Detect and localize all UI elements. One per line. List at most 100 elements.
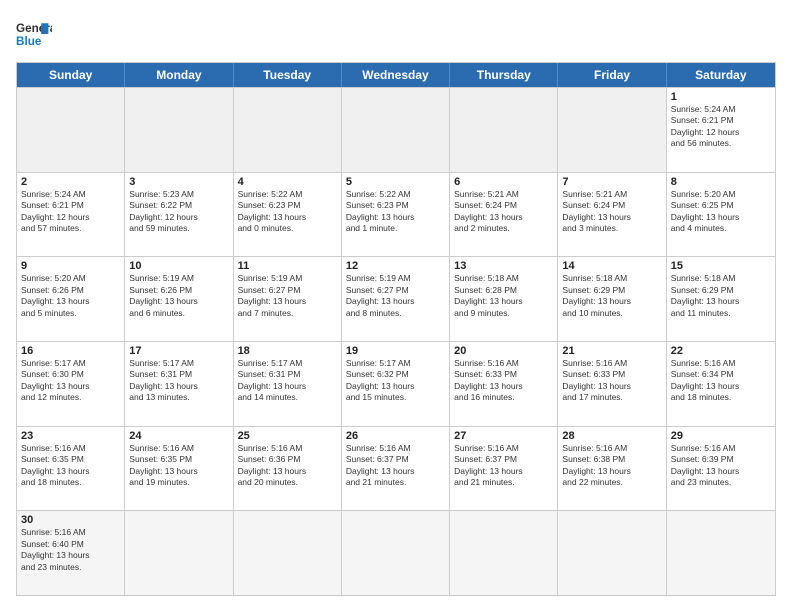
day-info: Sunrise: 5:16 AM Sunset: 6:40 PM Dayligh…: [21, 527, 120, 573]
day-info: Sunrise: 5:21 AM Sunset: 6:24 PM Dayligh…: [562, 189, 661, 235]
calendar-cell: 20Sunrise: 5:16 AM Sunset: 6:33 PM Dayli…: [450, 342, 558, 426]
calendar-cell: 23Sunrise: 5:16 AM Sunset: 6:35 PM Dayli…: [17, 427, 125, 511]
day-info: Sunrise: 5:20 AM Sunset: 6:25 PM Dayligh…: [671, 189, 771, 235]
day-info: Sunrise: 5:18 AM Sunset: 6:28 PM Dayligh…: [454, 273, 553, 319]
day-info: Sunrise: 5:20 AM Sunset: 6:26 PM Dayligh…: [21, 273, 120, 319]
day-info: Sunrise: 5:16 AM Sunset: 6:37 PM Dayligh…: [454, 443, 553, 489]
calendar-cell: 17Sunrise: 5:17 AM Sunset: 6:31 PM Dayli…: [125, 342, 233, 426]
day-number: 7: [562, 176, 661, 188]
weekday-header: Wednesday: [342, 63, 450, 87]
svg-text:Blue: Blue: [16, 35, 42, 48]
day-number: 2: [21, 176, 120, 188]
calendar-cell: 4Sunrise: 5:22 AM Sunset: 6:23 PM Daylig…: [234, 173, 342, 257]
calendar-cell: 9Sunrise: 5:20 AM Sunset: 6:26 PM Daylig…: [17, 257, 125, 341]
day-info: Sunrise: 5:17 AM Sunset: 6:30 PM Dayligh…: [21, 358, 120, 404]
day-info: Sunrise: 5:22 AM Sunset: 6:23 PM Dayligh…: [346, 189, 445, 235]
logo: General Blue: [16, 16, 52, 52]
day-number: 18: [238, 345, 337, 357]
day-number: 23: [21, 430, 120, 442]
calendar-row: 30Sunrise: 5:16 AM Sunset: 6:40 PM Dayli…: [17, 510, 775, 595]
day-info: Sunrise: 5:16 AM Sunset: 6:35 PM Dayligh…: [21, 443, 120, 489]
calendar-cell: 14Sunrise: 5:18 AM Sunset: 6:29 PM Dayli…: [558, 257, 666, 341]
day-number: 16: [21, 345, 120, 357]
day-info: Sunrise: 5:16 AM Sunset: 6:33 PM Dayligh…: [454, 358, 553, 404]
day-number: 24: [129, 430, 228, 442]
day-number: 4: [238, 176, 337, 188]
day-info: Sunrise: 5:17 AM Sunset: 6:31 PM Dayligh…: [129, 358, 228, 404]
calendar-cell: 24Sunrise: 5:16 AM Sunset: 6:35 PM Dayli…: [125, 427, 233, 511]
day-number: 9: [21, 260, 120, 272]
day-info: Sunrise: 5:16 AM Sunset: 6:34 PM Dayligh…: [671, 358, 771, 404]
calendar-cell: [234, 511, 342, 595]
day-number: 11: [238, 260, 337, 272]
day-info: Sunrise: 5:17 AM Sunset: 6:32 PM Dayligh…: [346, 358, 445, 404]
day-number: 22: [671, 345, 771, 357]
weekday-header: Saturday: [667, 63, 775, 87]
calendar-cell: 11Sunrise: 5:19 AM Sunset: 6:27 PM Dayli…: [234, 257, 342, 341]
calendar-cell: 21Sunrise: 5:16 AM Sunset: 6:33 PM Dayli…: [558, 342, 666, 426]
day-number: 13: [454, 260, 553, 272]
page: General Blue SundayMondayTuesdayWednesda…: [0, 0, 792, 612]
calendar-cell: [342, 88, 450, 172]
calendar-cell: [125, 511, 233, 595]
day-number: 6: [454, 176, 553, 188]
day-info: Sunrise: 5:18 AM Sunset: 6:29 PM Dayligh…: [562, 273, 661, 319]
day-info: Sunrise: 5:23 AM Sunset: 6:22 PM Dayligh…: [129, 189, 228, 235]
calendar-cell: 30Sunrise: 5:16 AM Sunset: 6:40 PM Dayli…: [17, 511, 125, 595]
day-number: 30: [21, 514, 120, 526]
day-number: 17: [129, 345, 228, 357]
header: General Blue: [16, 16, 776, 52]
calendar-row: 23Sunrise: 5:16 AM Sunset: 6:35 PM Dayli…: [17, 426, 775, 511]
weekday-header: Friday: [558, 63, 666, 87]
calendar-cell: 10Sunrise: 5:19 AM Sunset: 6:26 PM Dayli…: [125, 257, 233, 341]
calendar-cell: 12Sunrise: 5:19 AM Sunset: 6:27 PM Dayli…: [342, 257, 450, 341]
calendar-cell: [17, 88, 125, 172]
day-number: 12: [346, 260, 445, 272]
day-number: 5: [346, 176, 445, 188]
calendar-cell: 8Sunrise: 5:20 AM Sunset: 6:25 PM Daylig…: [667, 173, 775, 257]
day-info: Sunrise: 5:16 AM Sunset: 6:37 PM Dayligh…: [346, 443, 445, 489]
day-info: Sunrise: 5:21 AM Sunset: 6:24 PM Dayligh…: [454, 189, 553, 235]
calendar-cell: [667, 511, 775, 595]
calendar-cell: [558, 511, 666, 595]
weekday-header: Sunday: [17, 63, 125, 87]
calendar-cell: 1Sunrise: 5:24 AM Sunset: 6:21 PM Daylig…: [667, 88, 775, 172]
calendar-cell: 22Sunrise: 5:16 AM Sunset: 6:34 PM Dayli…: [667, 342, 775, 426]
day-info: Sunrise: 5:24 AM Sunset: 6:21 PM Dayligh…: [671, 104, 771, 150]
calendar-cell: [450, 88, 558, 172]
calendar-cell: 19Sunrise: 5:17 AM Sunset: 6:32 PM Dayli…: [342, 342, 450, 426]
calendar-cell: [234, 88, 342, 172]
calendar-cell: [450, 511, 558, 595]
calendar-cell: 13Sunrise: 5:18 AM Sunset: 6:28 PM Dayli…: [450, 257, 558, 341]
calendar-cell: [342, 511, 450, 595]
day-number: 26: [346, 430, 445, 442]
calendar-cell: [125, 88, 233, 172]
calendar-header: SundayMondayTuesdayWednesdayThursdayFrid…: [17, 63, 775, 87]
calendar-row: 2Sunrise: 5:24 AM Sunset: 6:21 PM Daylig…: [17, 172, 775, 257]
calendar-row: 1Sunrise: 5:24 AM Sunset: 6:21 PM Daylig…: [17, 87, 775, 172]
day-number: 19: [346, 345, 445, 357]
day-info: Sunrise: 5:16 AM Sunset: 6:33 PM Dayligh…: [562, 358, 661, 404]
day-info: Sunrise: 5:17 AM Sunset: 6:31 PM Dayligh…: [238, 358, 337, 404]
calendar-cell: 25Sunrise: 5:16 AM Sunset: 6:36 PM Dayli…: [234, 427, 342, 511]
calendar-cell: [558, 88, 666, 172]
logo-icon: General Blue: [16, 16, 52, 52]
day-number: 10: [129, 260, 228, 272]
day-info: Sunrise: 5:24 AM Sunset: 6:21 PM Dayligh…: [21, 189, 120, 235]
calendar-cell: 26Sunrise: 5:16 AM Sunset: 6:37 PM Dayli…: [342, 427, 450, 511]
calendar: SundayMondayTuesdayWednesdayThursdayFrid…: [16, 62, 776, 596]
day-number: 1: [671, 91, 771, 103]
day-number: 21: [562, 345, 661, 357]
weekday-header: Tuesday: [234, 63, 342, 87]
day-info: Sunrise: 5:19 AM Sunset: 6:27 PM Dayligh…: [346, 273, 445, 319]
day-info: Sunrise: 5:16 AM Sunset: 6:39 PM Dayligh…: [671, 443, 771, 489]
calendar-row: 16Sunrise: 5:17 AM Sunset: 6:30 PM Dayli…: [17, 341, 775, 426]
day-info: Sunrise: 5:22 AM Sunset: 6:23 PM Dayligh…: [238, 189, 337, 235]
weekday-header: Thursday: [450, 63, 558, 87]
day-number: 3: [129, 176, 228, 188]
calendar-cell: 5Sunrise: 5:22 AM Sunset: 6:23 PM Daylig…: [342, 173, 450, 257]
day-number: 28: [562, 430, 661, 442]
calendar-cell: 3Sunrise: 5:23 AM Sunset: 6:22 PM Daylig…: [125, 173, 233, 257]
day-number: 25: [238, 430, 337, 442]
day-number: 27: [454, 430, 553, 442]
